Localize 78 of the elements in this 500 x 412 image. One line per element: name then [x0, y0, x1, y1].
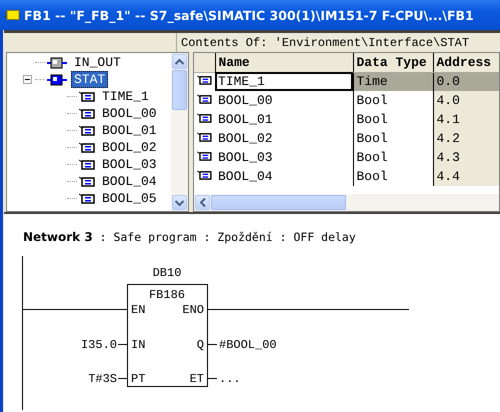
variable-icon — [79, 159, 95, 170]
pin-label: PT — [131, 372, 146, 386]
block-icon — [47, 74, 67, 86]
variable-icon — [79, 108, 95, 119]
block-type: FB186 — [149, 288, 185, 302]
pin-label: IN — [131, 338, 146, 352]
tree-item[interactable]: BOOL_04 — [99, 173, 160, 190]
tree-item[interactable]: TIME_1 — [99, 88, 152, 105]
horizontal-scrollbar[interactable] — [194, 194, 499, 211]
variable-icon — [197, 113, 212, 123]
tree-item[interactable]: BOOL_02 — [99, 139, 160, 156]
tree-item[interactable]: IN_OUT — [71, 54, 124, 71]
instance-label: DB10 — [152, 266, 182, 280]
output-operand: ... — [219, 372, 241, 386]
table-cell: 4.0 — [433, 91, 499, 110]
window-title: FB1 -- "F_FB_1" -- S7_safe\SIMATIC 300(1)\IM151-7 F-CPU\...\FB1 — [24, 8, 474, 22]
wire — [208, 344, 218, 345]
table-cell[interactable]: BOOL_00 — [215, 91, 353, 110]
column-header[interactable]: Data Type — [353, 53, 433, 72]
tree-item[interactable]: BOOL_01 — [99, 122, 160, 139]
input-operand: T#3S — [88, 372, 117, 386]
variable-icon — [197, 94, 212, 104]
header-cell — [194, 53, 215, 72]
tree-item[interactable]: BOOL_00 — [99, 105, 160, 122]
pin-label: EN — [131, 303, 146, 317]
scroll-up-button[interactable] — [172, 54, 187, 69]
tree-item[interactable]: BOOL_03 — [99, 156, 160, 173]
network-title: Network 3 : Safe program : Zpoždění : OFF delay — [23, 230, 357, 244]
output-operand: #BOOL_00 — [219, 338, 277, 352]
column-header[interactable]: Name — [215, 53, 353, 72]
table-cell: Bool — [353, 110, 433, 129]
table-cell[interactable]: TIME_1 — [215, 72, 353, 91]
variable-icon — [197, 170, 212, 180]
table-cell[interactable]: BOOL_02 — [215, 129, 353, 148]
table-cell: 4.3 — [433, 148, 499, 167]
table-cell: Bool — [353, 148, 433, 167]
pin-label: ENO — [182, 303, 204, 317]
column-header[interactable]: Address — [433, 53, 499, 72]
table-cell: Time — [353, 72, 433, 91]
variable-icon — [79, 142, 95, 153]
tree-item[interactable]: STAT — [71, 71, 108, 88]
table-cell: 0.0 — [433, 72, 499, 91]
table-cell[interactable]: BOOL_03 — [215, 148, 353, 167]
table-cell: Bool — [353, 167, 433, 186]
table-cell: Bool — [353, 91, 433, 110]
variable-icon — [197, 151, 212, 161]
window-icon — [4, 10, 20, 20]
variable-icon — [197, 132, 212, 142]
function-block[interactable] — [127, 284, 208, 387]
table-cell[interactable]: BOOL_01 — [215, 110, 353, 129]
vertical-scrollbar[interactable] — [171, 53, 188, 211]
variable-icon — [79, 125, 95, 136]
table-cell: Bool — [353, 129, 433, 148]
block-icon — [47, 56, 67, 68]
pin-label: ET — [190, 372, 204, 386]
variable-icon — [79, 176, 95, 187]
scroll-thumb[interactable] — [172, 70, 187, 110]
caret-down-icon — [175, 200, 184, 206]
table-cell: 4.4 — [433, 167, 499, 186]
collapse-icon[interactable] — [23, 75, 32, 84]
variable-icon — [197, 75, 212, 86]
table-cell: 4.1 — [433, 110, 499, 129]
scroll-down-button[interactable] — [172, 195, 187, 210]
wire — [208, 378, 218, 379]
variable-icon — [79, 193, 95, 204]
variable-icon — [79, 91, 95, 102]
caret-up-icon — [175, 58, 184, 64]
table-cell: 4.2 — [433, 129, 499, 148]
scroll-left-button[interactable] — [195, 195, 210, 210]
caret-left-icon — [200, 198, 206, 207]
wire — [118, 344, 128, 345]
input-operand: I35.0 — [80, 338, 117, 352]
scroll-thumb[interactable] — [211, 195, 346, 210]
wire — [118, 378, 128, 379]
table-cell[interactable]: BOOL_04 — [215, 167, 353, 186]
tree-item[interactable]: BOOL_05 — [99, 190, 160, 207]
contents-path: Contents Of: 'Environment\Interface\STAT — [180, 36, 470, 50]
pin-label: Q — [196, 338, 204, 352]
